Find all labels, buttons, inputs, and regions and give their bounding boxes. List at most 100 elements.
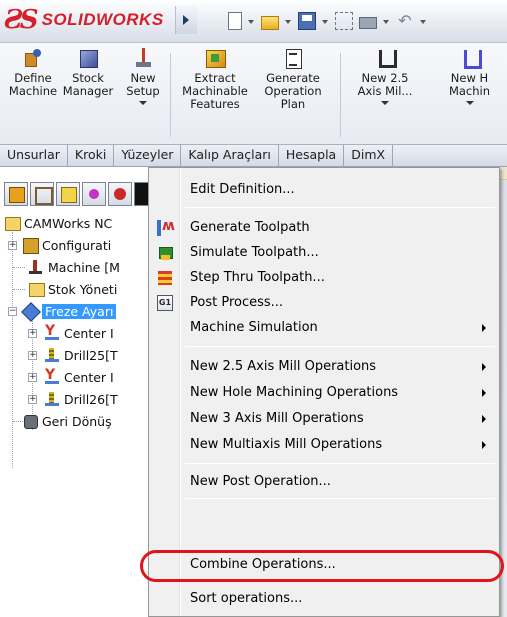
center-drill-icon xyxy=(44,323,60,341)
command-tabs: Unsurlar Kroki Yüzeyler Kalıp Araçları H… xyxy=(0,145,507,167)
menu-separator xyxy=(185,463,495,464)
menu-item-simulate-toolpath[interactable]: Simulate Toolpath... xyxy=(152,242,496,264)
step-thru-icon xyxy=(157,270,173,286)
title-bar: ƧS SOLIDWORKS ↶ xyxy=(0,0,507,43)
expand-drill25-icon[interactable]: + xyxy=(28,351,37,360)
expand-center-drill-2-icon[interactable]: + xyxy=(28,373,37,382)
new-25-axis-icon xyxy=(374,47,397,69)
command-manager: Define Machine Stock Manager New Setup E… xyxy=(0,43,507,145)
tab-kroki[interactable]: Kroki xyxy=(68,145,115,166)
undo-dropdown-icon[interactable] xyxy=(420,12,427,30)
camworks-feature-tree-tab-icon[interactable] xyxy=(108,182,132,206)
new-hole-machining-icon xyxy=(459,47,482,69)
submenu-arrow-icon xyxy=(482,389,486,397)
menu-item-step-thru-toolpath[interactable]: Step Thru Toolpath... xyxy=(152,267,496,289)
save-icon[interactable] xyxy=(298,12,316,30)
menu-item-sort-operations[interactable]: Sort operations... xyxy=(152,588,496,610)
menu-separator xyxy=(185,207,495,208)
print-dropdown-icon[interactable] xyxy=(383,12,390,30)
new-setup-dropdown-icon[interactable] xyxy=(139,101,147,107)
select-icon[interactable] xyxy=(335,12,353,30)
recycle-bin-icon xyxy=(22,413,38,429)
post-process-icon: G1 xyxy=(157,295,173,311)
save-dropdown-icon[interactable] xyxy=(322,12,329,30)
app-name: SOLIDWORKS xyxy=(41,10,164,29)
undo-icon[interactable]: ↶ xyxy=(396,12,414,30)
configuration-manager-tab-icon[interactable] xyxy=(56,182,80,206)
tree-item-center-drill-2[interactable]: Center I xyxy=(44,366,114,388)
feature-tree-tab-icon[interactable] xyxy=(4,182,28,206)
machine-icon xyxy=(28,259,44,275)
collapse-mill-setup-icon[interactable]: − xyxy=(8,307,17,316)
highlight-ring xyxy=(140,550,504,582)
stock-icon xyxy=(28,281,45,297)
configuration-icon xyxy=(22,237,39,254)
toolbar-separator xyxy=(340,53,341,137)
menu-item-post-process[interactable]: G1 Post Process... xyxy=(152,292,496,314)
ds-logo-mark: ƧS xyxy=(4,5,39,35)
open-folder-icon[interactable] xyxy=(261,16,279,30)
extract-machinable-features-button[interactable]: Extract Machinable Features xyxy=(178,47,252,141)
simulate-toolpath-icon xyxy=(157,245,173,261)
expand-drill26-icon[interactable]: + xyxy=(28,395,37,404)
define-machine-icon xyxy=(22,47,44,69)
menu-item-new-multiaxis-mill-operations[interactable]: New Multiaxis Mill Operations xyxy=(152,434,496,456)
tree-connector xyxy=(13,289,25,290)
submenu-arrow-icon xyxy=(482,441,486,449)
stock-manager-icon xyxy=(77,47,99,69)
menu-flyout-arrow-icon[interactable] xyxy=(175,6,197,34)
expand-center-drill-1-icon[interactable]: + xyxy=(28,329,37,338)
generate-plan-icon xyxy=(282,47,304,69)
new-setup-icon xyxy=(132,47,154,69)
new-dropdown-icon[interactable] xyxy=(248,12,255,30)
stock-manager-button[interactable]: Stock Manager xyxy=(60,47,116,141)
menu-item-machine-simulation[interactable]: Machine Simulation xyxy=(152,317,496,339)
mill-setup-icon xyxy=(22,303,38,319)
drill-icon xyxy=(44,391,60,407)
tab-hesapla[interactable]: Hesapla xyxy=(279,145,345,166)
tree-item-mill-setup[interactable]: Freze Ayarı xyxy=(22,300,117,322)
menu-item-generate-toolpath[interactable]: Generate Toolpath xyxy=(152,217,496,239)
open-dropdown-icon[interactable] xyxy=(285,12,292,30)
new-hole-dropdown-icon[interactable] xyxy=(465,101,474,107)
generate-toolpath-icon xyxy=(157,218,175,236)
tree-item-drill25[interactable]: Drill25[T xyxy=(44,344,118,366)
tab-dimx[interactable]: DimX xyxy=(344,145,394,166)
new-25-axis-dropdown-icon[interactable] xyxy=(381,101,389,107)
new-setup-button[interactable]: New Setup xyxy=(120,47,166,141)
define-machine-button[interactable]: Define Machine xyxy=(8,47,58,141)
tree-item-configurations[interactable]: Configurati xyxy=(22,234,111,256)
camworks-root-icon xyxy=(4,215,21,231)
menu-separator xyxy=(185,346,495,347)
tab-unsurlar[interactable]: Unsurlar xyxy=(0,145,68,166)
menu-item-edit-definition[interactable]: Edit Definition... xyxy=(152,179,496,201)
tree-item-center-drill-1[interactable]: Center I xyxy=(44,322,114,344)
tree-root[interactable]: CAMWorks NC xyxy=(4,212,112,234)
quick-access-toolbar: ↶ xyxy=(228,8,427,34)
tab-kalip-araclari[interactable]: Kalıp Araçları xyxy=(181,145,279,166)
generate-operation-plan-button[interactable]: Generate Operation Plan xyxy=(256,47,330,141)
tree-item-recycle-bin[interactable]: Geri Dönüş xyxy=(22,410,112,432)
new-hole-machining-button[interactable]: New H Machin xyxy=(432,47,507,141)
drill-icon xyxy=(44,347,60,363)
solidworks-logo[interactable]: ƧS SOLIDWORKS xyxy=(4,5,204,35)
tree-item-stock-manager[interactable]: Stok Yöneti xyxy=(28,278,117,300)
submenu-arrow-icon xyxy=(482,415,486,423)
expand-configurations-icon[interactable]: + xyxy=(8,241,17,250)
menu-separator xyxy=(185,498,495,499)
dimxpert-tab-icon[interactable] xyxy=(82,182,106,206)
menu-item-new-3-axis-mill-operations[interactable]: New 3 Axis Mill Operations xyxy=(152,408,496,430)
new-document-icon[interactable] xyxy=(228,12,242,30)
print-icon[interactable] xyxy=(359,17,377,29)
menu-item-new-hole-machining-operations[interactable]: New Hole Machining Operations xyxy=(152,382,496,404)
tree-item-drill26[interactable]: Drill26[T xyxy=(44,388,118,410)
tab-yuzeyler[interactable]: Yüzeyler xyxy=(114,145,182,166)
extract-features-icon xyxy=(204,47,226,69)
submenu-arrow-icon xyxy=(482,324,486,332)
new-25-axis-mill-button[interactable]: New 2.5 Axis Mil... xyxy=(350,47,420,141)
property-manager-tab-icon[interactable] xyxy=(30,182,54,206)
menu-item-new-25-axis-mill-operations[interactable]: New 2.5 Axis Mill Operations xyxy=(152,356,496,378)
tree-item-machine[interactable]: Machine [M xyxy=(28,256,120,278)
menu-item-new-post-operation[interactable]: New Post Operation... xyxy=(152,471,496,493)
submenu-arrow-icon xyxy=(482,363,486,371)
